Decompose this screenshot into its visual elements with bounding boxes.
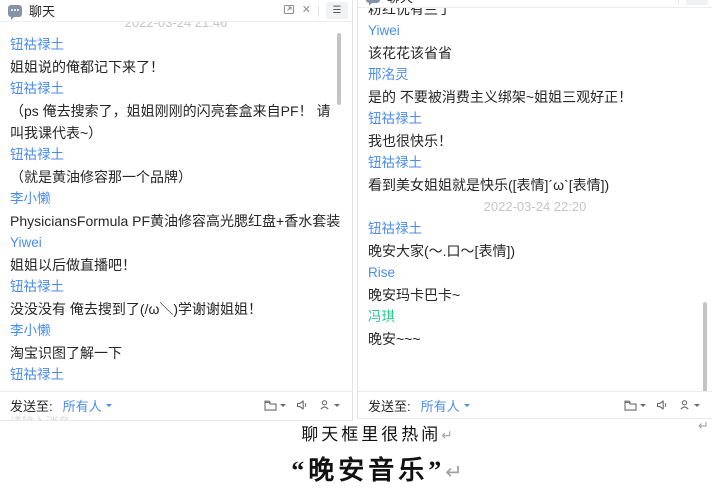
- chevron-down-icon: [280, 404, 286, 410]
- message-sender[interactable]: 钮祜禄土: [368, 108, 702, 130]
- send-bar: 发送至: 所有人: [358, 391, 712, 418]
- speaker-icon[interactable]: [295, 398, 309, 412]
- titlebar-divider: [678, 0, 679, 3]
- chat-window-left: 聊天 ✕ ☰ 2022-03-24 21:46 钮祜禄土姐姐说的俺都记下来了！钮…: [0, 0, 353, 421]
- message-sender[interactable]: 李小懒: [10, 188, 342, 210]
- message-sender[interactable]: Yiwei: [10, 232, 342, 254]
- titlebar: 聊天 ✕ ☰: [0, 0, 352, 22]
- message-text: 晚安大家(〜.口〜[表情]): [368, 240, 702, 262]
- message-sender[interactable]: Rise: [368, 262, 702, 284]
- panel-title: 聊天: [29, 1, 55, 20]
- send-to-value: 所有人: [63, 396, 102, 415]
- menu-button[interactable]: ☰: [326, 2, 348, 19]
- person-icon[interactable]: [318, 398, 340, 412]
- scrollbar-thumb[interactable]: [703, 302, 707, 397]
- return-mark: ↵: [441, 428, 452, 444]
- timestamp: 2022-03-24 21:46: [10, 22, 342, 34]
- send-to-label: 发送至:: [368, 396, 411, 415]
- chat-box-icon[interactable]: [623, 398, 646, 412]
- message-sender[interactable]: 钮祜禄土: [10, 144, 342, 166]
- messages-container: 钮祜禄土姐姐说的俺都记下来了！钮祜禄土（ps 俺去搜索了，姐姐刚刚的闪亮套盒来自…: [10, 34, 342, 386]
- message-sender[interactable]: 钮祜禄土: [10, 78, 342, 100]
- caption-line2: “晚安音乐”↵: [42, 450, 712, 493]
- speaker-icon[interactable]: [655, 398, 669, 412]
- message-text: PhysiciansFormula PF黄油修容高光腮红盘+香水套装: [10, 210, 342, 232]
- message-text: 是的 不要被消费主义绑架~姐姐三观好正！: [368, 86, 702, 108]
- return-mark: ↵: [445, 460, 462, 484]
- message-text: 该花花该省省: [368, 42, 702, 64]
- message-text: 姐姐说的俺都记下来了！: [10, 56, 342, 78]
- chevron-down-icon: [694, 404, 700, 410]
- chevron-down-icon: [464, 404, 470, 410]
- send-to-value: 所有人: [421, 396, 460, 415]
- document-page: 聊天 ✕ ☰ 2022-03-24 21:46 钮祜禄土姐姐说的俺都记下来了！钮…: [0, 0, 712, 504]
- panel-title: 聊天: [387, 0, 413, 6]
- message-sender[interactable]: Yiwei: [368, 20, 702, 42]
- messages-container: Yiwei该花花该省省邢洺灵是的 不要被消费主义绑架~姐姐三观好正！钮祜禄土我也…: [368, 20, 702, 350]
- timestamp: 2022-03-24 22:20: [368, 196, 702, 218]
- chevron-down-icon: [334, 404, 340, 410]
- menu-button[interactable]: ☰: [686, 0, 708, 5]
- chat-bubble-icon: [366, 0, 380, 3]
- message-text: 没没没有 俺去搜到了(/ω＼)学谢谢姐姐！: [10, 298, 342, 320]
- message-sender[interactable]: 钮祜禄土: [10, 276, 342, 298]
- titlebar-divider: [318, 5, 319, 17]
- chevron-down-icon: [106, 404, 112, 410]
- caption-line1: 聊天框里很热闹↵: [42, 421, 712, 450]
- send-to-selector[interactable]: 所有人: [63, 396, 112, 415]
- message-text: 姐姐以后做直播吧！: [10, 254, 342, 276]
- send-to-label: 发送至:: [10, 396, 53, 415]
- caption: 聊天框里很热闹↵ “晚安音乐”↵: [0, 421, 712, 493]
- message-sender[interactable]: 钮祜禄土: [368, 152, 702, 174]
- scrollbar-thumb[interactable]: [337, 33, 341, 105]
- message-sender[interactable]: 邢洺灵: [368, 64, 702, 86]
- message-text: 晚安玛卡巴卡~: [368, 284, 702, 306]
- message-text: 我也很快乐！: [368, 130, 702, 152]
- send-to-selector[interactable]: 所有人: [421, 396, 470, 415]
- message-sender[interactable]: 钮祜禄土: [10, 364, 342, 386]
- chevron-down-icon: [640, 404, 646, 410]
- popout-window-icon[interactable]: [643, 0, 655, 4]
- message-text: 晚安~~~: [368, 328, 702, 350]
- message-sender[interactable]: 钮祜禄土: [10, 34, 342, 56]
- message-text: （ps 俺去搜索了，姐姐刚刚的闪亮套盒来自PF！ 请叫我课代表~）: [10, 100, 342, 144]
- person-icon[interactable]: [678, 398, 700, 412]
- message-sender[interactable]: 钮祜禄土: [368, 218, 702, 240]
- clipped-message: 粉红优有兰了: [368, 8, 702, 20]
- chat-window-right: 聊天 ✕ ☰ 粉红优有兰了 Yiwei该花花该省省邢洺灵是的 不要被消费主义绑架…: [357, 0, 712, 419]
- message-text: 淘宝识图了解一下: [10, 342, 342, 364]
- message-text: 看到美女姐姐就是快乐([表情]´ω`[表情]): [368, 174, 702, 196]
- chat-box-icon[interactable]: [263, 398, 286, 412]
- titlebar: 聊天 ✕ ☰: [358, 0, 712, 8]
- message-sender[interactable]: 李小懒: [10, 320, 342, 342]
- message-list[interactable]: 粉红优有兰了 Yiwei该花花该省省邢洺灵是的 不要被消费主义绑架~姐姐三观好正…: [358, 8, 712, 391]
- popout-window-icon[interactable]: [283, 3, 295, 18]
- menu-icon: ☰: [693, 0, 702, 2]
- message-sender[interactable]: 冯琪: [368, 306, 702, 328]
- close-icon[interactable]: ✕: [302, 5, 311, 16]
- send-bar: 发送至: 所有人: [0, 391, 352, 418]
- menu-icon: ☰: [333, 6, 342, 16]
- close-icon[interactable]: ✕: [662, 0, 671, 2]
- message-list[interactable]: 2022-03-24 21:46 钮祜禄土姐姐说的俺都记下来了！钮祜禄土（ps …: [0, 22, 352, 391]
- chat-bubble-icon: [8, 5, 22, 17]
- message-text: （就是黄油修容那一个品牌）: [10, 166, 342, 188]
